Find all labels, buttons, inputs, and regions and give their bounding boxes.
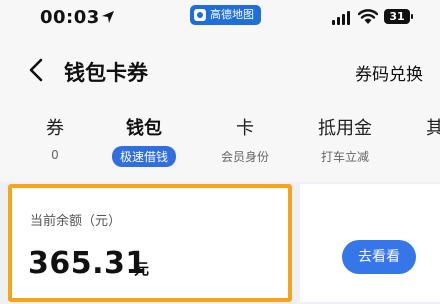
balance-card[interactable]: 当前余额（元） 365.31 元 [8,184,292,302]
tab-sublabel: 0 [51,148,59,162]
tab-label: 钱包 [126,118,162,139]
tab-bar: 券 0 钱包 极速借钱 卡 会员身份 抵用金 打车立减 其 [0,106,440,182]
tab-vouchers[interactable]: 抵用金 打车立减 [318,114,372,165]
tab-sublabel: 极速借钱 [112,146,177,167]
tab-label: 其 [426,118,440,139]
go-see-button[interactable]: 去看看 [342,240,416,274]
tab-label: 抵用金 [318,118,372,139]
cellular-signal-icon [332,11,350,25]
location-arrow-icon [102,11,114,23]
redeem-code-link[interactable]: 券码兑换 [355,60,423,85]
balance-amount: 365.31 [28,246,147,281]
page-title: 钱包卡券 [64,61,148,85]
app-badge-label: 高德地图 [210,8,254,21]
wallet-content: 当前余额（元） 365.31 元 去看看 [0,182,440,304]
tab-wallet[interactable]: 钱包 极速借钱 [112,114,177,167]
header: 钱包卡券 券码兑换 [0,36,440,106]
tab-sublabel: 打车立减 [320,150,369,164]
wifi-icon [358,9,378,24]
tab-label: 卡 [236,118,254,139]
map-pin-icon [194,9,206,21]
app-badge[interactable]: 高德地图 [190,5,261,25]
tab-cards[interactable]: 卡 会员身份 [221,114,269,165]
status-bar: 00:03 高德地图 31 [0,0,440,36]
status-time: 00:03 [40,7,100,28]
battery-level: 31 [389,10,405,23]
balance-unit: 元 [134,260,150,278]
back-icon[interactable] [26,58,46,82]
battery-icon: 31 [384,9,413,24]
action-card: 去看看 [300,184,440,302]
tab-coupons[interactable]: 券 0 [46,114,64,162]
tab-label: 券 [46,118,64,139]
tab-other[interactable]: 其 [426,114,440,140]
tab-sublabel: 会员身份 [221,150,270,164]
balance-label: 当前余额（元） [30,214,122,229]
